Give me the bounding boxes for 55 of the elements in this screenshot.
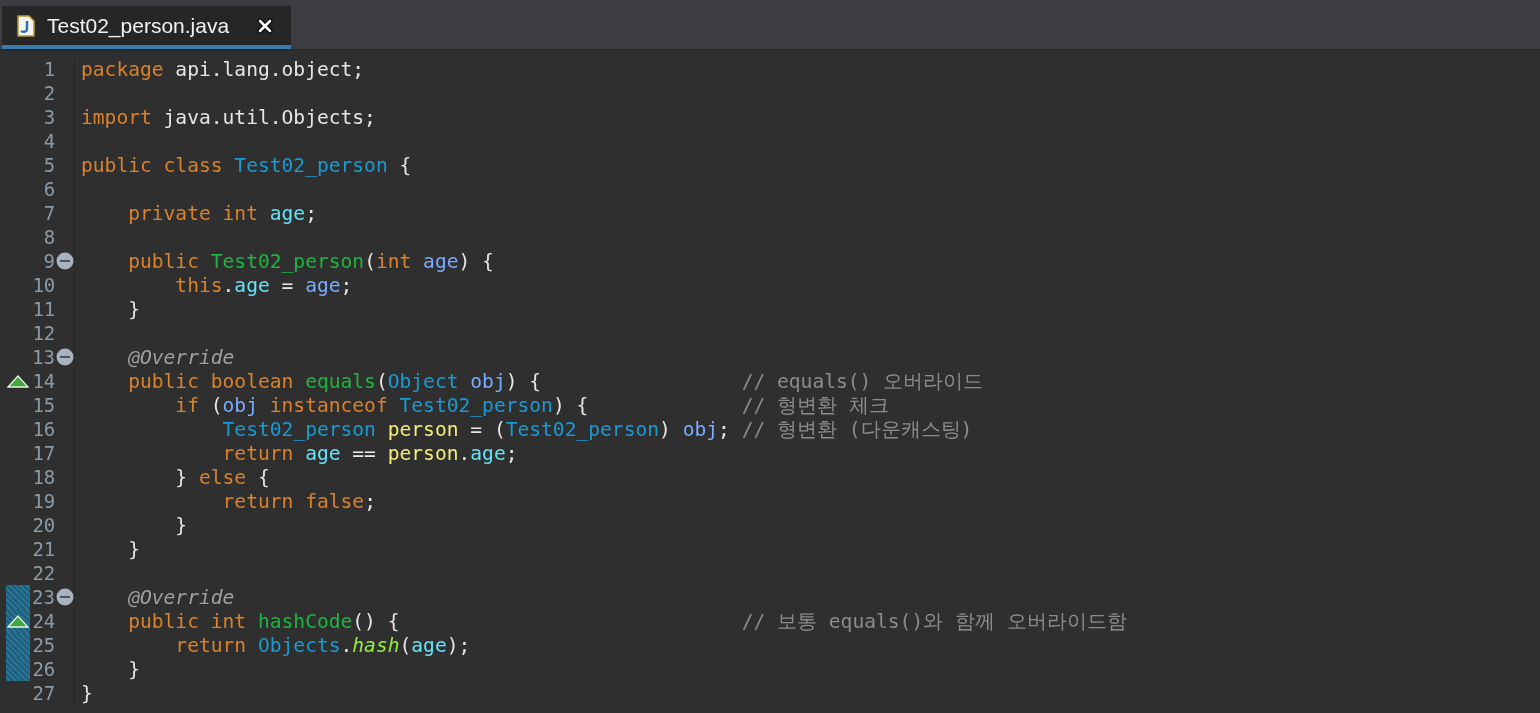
code-line: } (127, 657, 140, 681)
java-file-icon (17, 14, 35, 37)
line-number: 3 (42, 106, 56, 128)
line-number: 21 (31, 538, 56, 560)
collapse-icon[interactable] (56, 588, 74, 606)
tab-title: Test02_person.java (47, 13, 230, 38)
line-number: 14 (31, 370, 56, 392)
line-number: 9 (42, 250, 55, 272)
code-line: } (127, 297, 140, 321)
code-line: this.age = age; (174, 273, 353, 297)
editor-tab[interactable]: Test02_person.java (2, 6, 292, 49)
line-number: 4 (42, 130, 56, 152)
code-line: Test02_person person = (Test02_person) obj; // 형변환 (다운캐스팅) (221, 417, 973, 441)
code-line: import java.util.Objects; (81, 105, 376, 129)
code-line: } (174, 513, 188, 537)
line-number: 8 (42, 226, 56, 248)
line-number: 2 (42, 82, 56, 104)
collapse-icon[interactable] (56, 348, 74, 366)
code-line: return false; (221, 489, 376, 513)
line-number: 22 (31, 562, 56, 584)
code-line: package api.lang.object; (81, 57, 365, 81)
code-line: return Objects.hash(age); (174, 633, 471, 657)
line-number: 16 (31, 418, 56, 440)
code-line: public class Test02_person { (81, 153, 412, 177)
line-number: 15 (31, 394, 56, 416)
line-number: 11 (31, 298, 56, 320)
code-line: } else { (174, 465, 270, 489)
line-number: 10 (31, 274, 56, 296)
code-line: @Override (127, 585, 235, 609)
code-line: private int age; (127, 201, 317, 225)
line-number: 5 (42, 154, 56, 176)
line-number: 12 (31, 322, 56, 344)
line-number: 18 (31, 466, 56, 488)
collapse-icon[interactable] (56, 252, 74, 270)
line-number: 13 (31, 346, 55, 368)
line-number: 17 (31, 442, 56, 464)
code-line: } (127, 537, 140, 561)
line-number: 25 (31, 634, 56, 656)
code-line: @Override (127, 345, 235, 369)
line-number: 24 (31, 610, 56, 632)
line-number: 1 (42, 58, 56, 80)
code-line: public int hashCode() { // 보통 equals()와 함께 오버라이드함 (127, 609, 1127, 633)
code-line: public Test02_person(int age) { (127, 249, 494, 273)
code-line: public boolean equals(Object obj) { // equals() 오버라이드 (127, 369, 984, 393)
line-number: 7 (42, 202, 56, 224)
code-line: } (81, 681, 93, 705)
close-icon[interactable] (257, 17, 274, 34)
line-number: 19 (31, 490, 56, 512)
line-number: 6 (42, 178, 56, 200)
line-number: 23 (31, 586, 55, 608)
line-number: 27 (31, 682, 56, 704)
line-number: 26 (31, 658, 56, 680)
line-number: 20 (31, 514, 56, 536)
code-line: return age == person.age; (221, 441, 518, 465)
code-line: if (obj instanceof Test02_person) { // 형변환 체크 (174, 393, 889, 417)
